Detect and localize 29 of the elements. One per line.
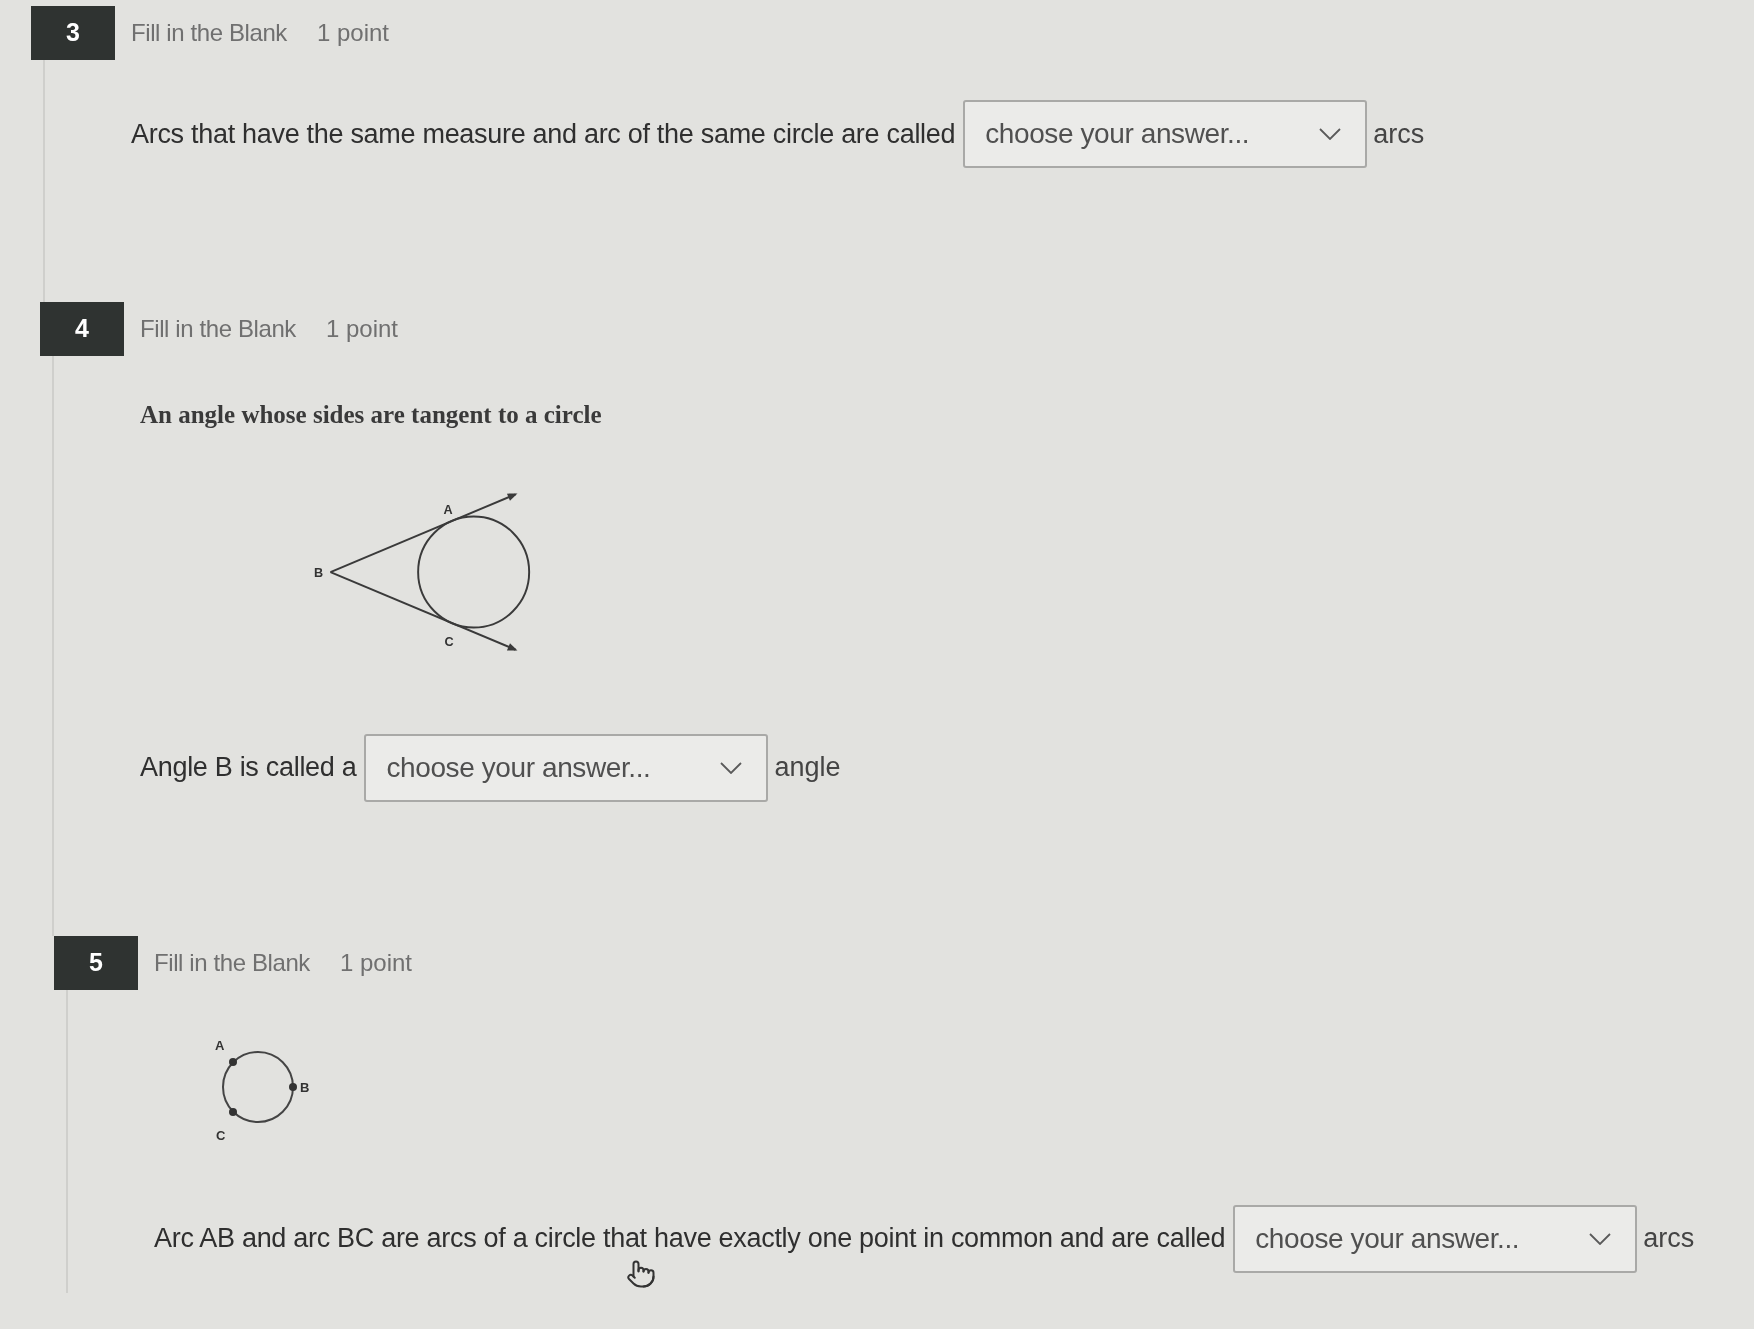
question-number: 4 — [40, 302, 124, 356]
point-label: A — [215, 1037, 225, 1053]
points-label: 1 point — [316, 18, 389, 48]
question-number: 3 — [31, 6, 115, 60]
question-type-label: Fill in the Blank — [154, 947, 310, 978]
chevron-down-icon — [1589, 1232, 1612, 1245]
chevron-down-icon — [1319, 128, 1342, 140]
chevron-down-icon — [720, 761, 743, 774]
question-text: Angle B is called a — [140, 751, 357, 785]
question-text: Arc AB and arc BC are arcs of a circle that have exactly one point in common and are called — [154, 1222, 1226, 1256]
unit-label: arcs — [1373, 117, 1425, 151]
question-type-label: Fill in the Blank — [131, 18, 287, 48]
points-label: 1 point — [325, 314, 398, 344]
point-label: B — [300, 1079, 310, 1095]
point-label: A — [443, 502, 453, 517]
unit-label: angle — [774, 751, 841, 785]
points-label: 1 point — [339, 947, 412, 978]
point-label: C — [216, 1127, 226, 1143]
question-type-label: Fill in the Blank — [140, 314, 296, 344]
point-label: C — [444, 634, 454, 649]
hand-pointer-icon — [626, 1258, 656, 1290]
question-prompt: An angle whose sides are tangent to a circle — [140, 400, 602, 430]
question-number: 5 — [54, 935, 138, 990]
question-text: Arcs that have the same measure and arc of the same circle are called — [131, 117, 956, 151]
answer-dropdown[interactable]: choose your answer... — [963, 100, 1368, 168]
answer-dropdown[interactable]: choose your answer... — [1233, 1204, 1638, 1273]
unit-label: arcs — [1643, 1222, 1695, 1256]
point-label: B — [313, 565, 324, 580]
answer-dropdown[interactable]: choose your answer... — [364, 733, 769, 802]
